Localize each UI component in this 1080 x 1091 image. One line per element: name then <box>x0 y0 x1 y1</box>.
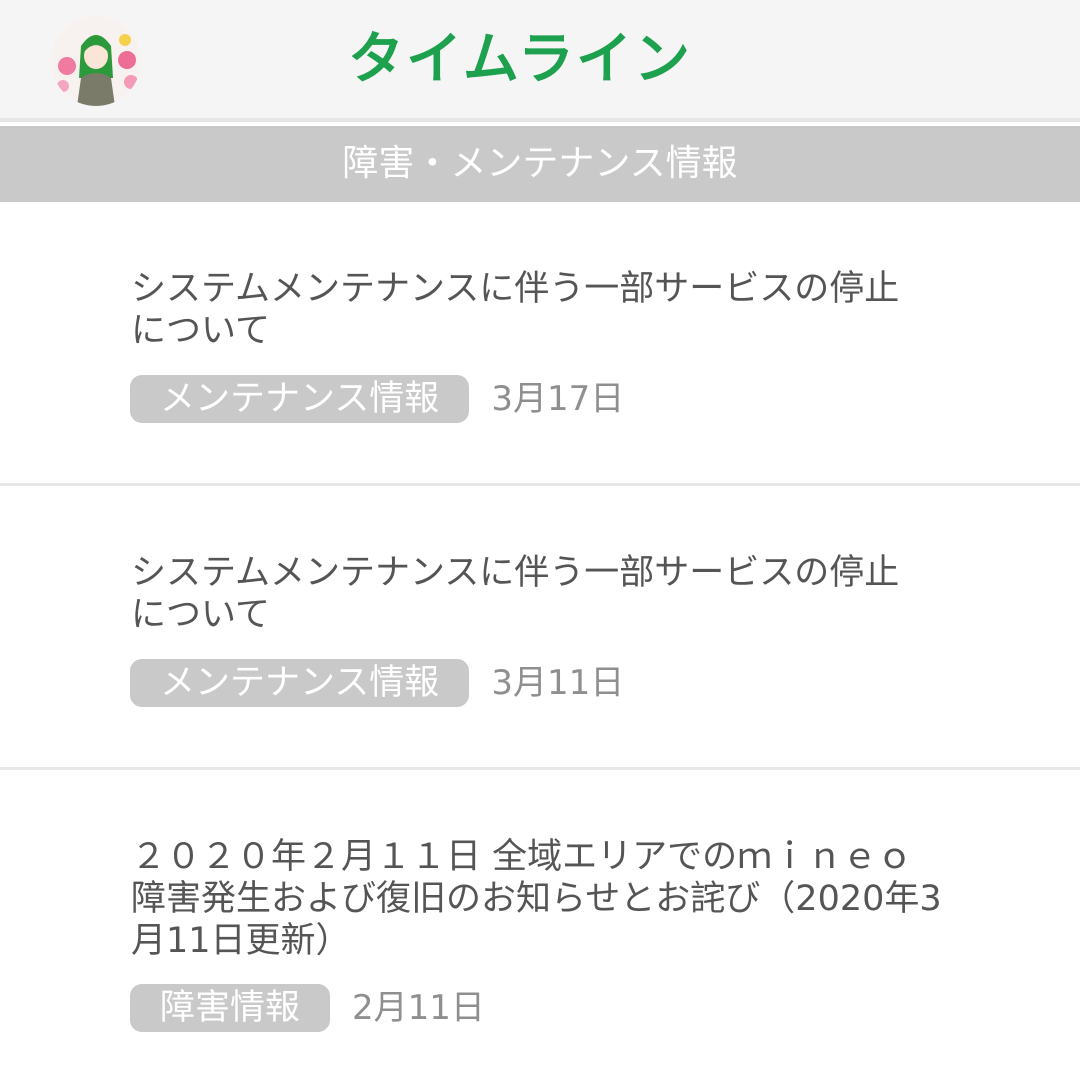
list-item[interactable]: システムメンテナンスに伴う一部サービスの停止 について メンテナンス情報 3月1… <box>0 486 1080 770</box>
app-header: タイムライン <box>0 0 1080 122</box>
category-badge: メンテナンス情報 <box>130 659 470 707</box>
item-meta: メンテナンス情報 3月11日 <box>130 659 624 707</box>
item-date: 2月11日 <box>352 988 485 1028</box>
section-header: 障害・メンテナンス情報 <box>0 126 1080 202</box>
timeline-list: システムメンテナンスに伴う一部サービスの停止 について メンテナンス情報 3月1… <box>0 202 1080 1090</box>
item-date: 3月11日 <box>491 663 625 703</box>
list-item[interactable]: ２０２０年２月１１日 全域エリアでのｍｉｎｅｏ 障害発生および復旧のお知らせとお… <box>0 770 1080 1090</box>
category-badge: 障害情報 <box>130 984 331 1032</box>
item-title: システムメンテナンスに伴う一部サービスの停止 について <box>131 553 900 635</box>
item-title: システムメンテナンスに伴う一部サービスの停止 について <box>131 269 900 351</box>
page-title: タイムライン <box>347 27 693 92</box>
item-meta: メンテナンス情報 3月17日 <box>130 375 624 423</box>
item-date: 3月17日 <box>491 379 625 419</box>
category-badge: メンテナンス情報 <box>130 375 470 423</box>
list-item[interactable]: システムメンテナンスに伴う一部サービスの停止 について メンテナンス情報 3月1… <box>0 202 1080 486</box>
item-title: ２０２０年２月１１日 全域エリアでのｍｉｎｅｏ 障害発生および復旧のお知らせとお… <box>131 837 942 961</box>
item-meta: 障害情報 2月11日 <box>130 984 485 1032</box>
